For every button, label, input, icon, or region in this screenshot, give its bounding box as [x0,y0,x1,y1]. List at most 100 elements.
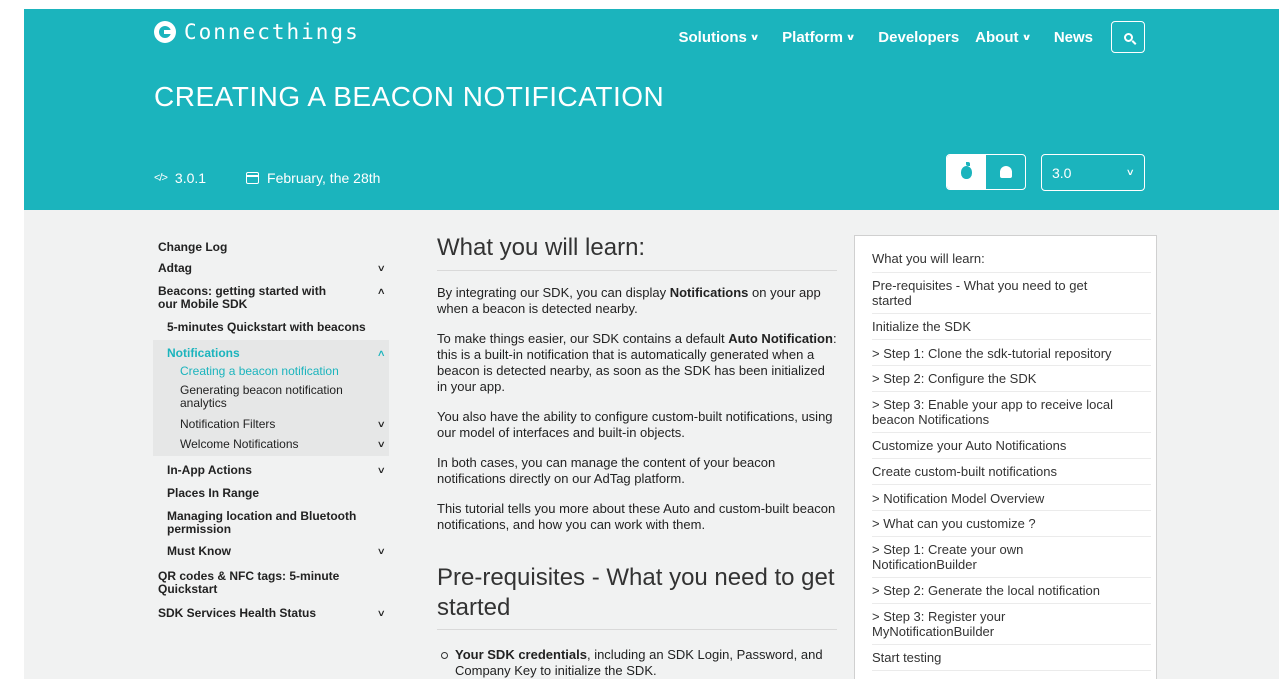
doc-version: 3.0.1 [174,170,207,186]
nav-platform[interactable]: Platform ∨ [782,28,856,46]
text-span: By integrating our SDK, you can display [437,285,670,300]
sidebar-item-label: Creating a beacon notification [180,364,339,378]
sidebar-item-generating-analytics[interactable]: Generating beacon notification analytics [153,382,389,416]
toc-item-model-overview[interactable]: > Notification Model Overview [872,485,1151,511]
adtag-paragraph: In both cases, you can manage the conten… [437,455,776,486]
nav-solutions-label: Solutions [678,28,747,46]
sidebar-item-qr-nfc[interactable]: QR codes & NFC tags: 5-minute Quickstart [153,568,389,604]
sidebar-item-change-log[interactable]: Change Log [153,236,389,260]
sidebar-item-label: Change Log [158,240,228,254]
ios-platform-button[interactable] [947,155,986,189]
nav-developers-label: Developers [878,28,960,46]
connecthings-logo-icon [154,21,176,43]
toc-item-what-can-customize[interactable]: > What can you customize ? [872,511,1151,537]
version-select[interactable]: 3.0 ∨ [1041,154,1145,191]
sidebar-item-label: Managing location and Bluetooth permissi… [167,509,357,536]
chevron-down-icon: ∨ [377,263,387,273]
sidebar-item-quickstart-beacons[interactable]: 5-minutes Quickstart with beacons [153,318,389,340]
sidebar-item-in-app-actions[interactable]: In-App Actions ∨ [153,456,389,483]
emphasis-text: Your SDK credentials [455,647,587,662]
version-select-value: 3.0 [1052,164,1072,181]
page-title: CREATING A BEACON NOTIFICATION [154,81,665,112]
intro-paragraph: By integrating our SDK, you can display … [437,285,837,317]
nav-about[interactable]: About ∨ [975,28,1032,46]
nav-about-label: About [975,28,1019,46]
custom-notification-paragraph: You also have the ability to configure c… [437,409,833,440]
sidebar-item-notifications[interactable]: Notifications ∧ [153,340,389,362]
toc-item-what-you-will-learn[interactable]: What you will learn: [872,236,1151,273]
tutorial-paragraph: This tutorial tells you more about these… [437,501,836,532]
code-icon: </> [154,172,168,184]
chevron-up-icon: ∧ [377,348,387,358]
toc-item-step1-builder[interactable]: > Step 1: Create your own NotificationBu… [872,537,1151,578]
toc-item-prerequisites[interactable]: Pre-requisites - What you need to get st… [872,273,1151,314]
chevron-down-icon: ∨ [1021,31,1032,42]
sidebar-item-label: Adtag [158,261,192,275]
auto-notification-paragraph: To make things easier, our SDK contains … [437,331,837,395]
search-icon [1123,32,1133,42]
sidebar-item-label: Beacons: getting started with our Mobile… [158,284,327,311]
toc-item-step3-enable[interactable]: > Step 3: Enable your app to receive loc… [872,392,1151,433]
android-icon [999,166,1012,178]
chevron-down-icon: ∨ [377,439,387,449]
nav-news[interactable]: News [1054,29,1093,46]
emphasis-text: Auto Notification [728,331,833,346]
sidebar-item-label: SDK Services Health Status [158,606,317,620]
nav-platform-label: Platform [782,28,843,46]
sidebar-item-beacons[interactable]: Beacons: getting started with our Mobile… [153,281,389,318]
section-heading-learn: What you will learn: [437,234,837,271]
sidebar-item-location-permission[interactable]: Managing location and Bluetooth permissi… [153,505,389,545]
toc-item-customize-auto[interactable]: Customize your Auto Notifications [872,433,1151,459]
nav-solutions[interactable]: Solutions ∨ [678,28,760,46]
article-content: What you will learn: By integrating our … [437,234,837,679]
toc-item-step2-configure[interactable]: > Step 2: Configure the SDK [872,366,1151,392]
sidebar-item-adtag[interactable]: Adtag ∨ [153,260,389,281]
chevron-up-icon: ∧ [377,286,387,296]
sidebar-item-label: Generating beacon notification analytics [180,383,343,410]
text-span: To make things easier, our SDK contains … [437,331,729,346]
sidebar-item-health-status[interactable]: SDK Services Health Status ∨ [153,604,389,624]
calendar-icon [246,172,260,184]
toc-item-step2-generate[interactable]: > Step 2: Generate the local notificatio… [872,578,1151,604]
sidebar-item-label: Must Know [167,544,231,558]
sidebar-item-label: Places In Range [167,486,260,500]
sidebar-item-label: 5-minutes Quickstart with beacons [167,320,366,334]
list-item: Your SDK credentials, including an SDK L… [437,647,837,679]
sidebar-item-creating-beacon-notification[interactable]: Creating a beacon notification [153,362,389,382]
emphasis-text: Notifications [669,285,749,300]
toc-item-step1-clone[interactable]: > Step 1: Clone the sdk-tutorial reposit… [872,340,1151,366]
sidebar-item-label: Notification Filters [180,417,276,431]
sidebar-item-places-in-range[interactable]: Places In Range [153,483,389,505]
nav-news-label: News [1053,28,1093,46]
toc-item-start-testing[interactable]: Start testing [872,645,1151,671]
docs-sidebar: Change Log Adtag ∨ Beacons: getting star… [153,236,389,624]
sidebar-item-label: Notifications [167,346,240,360]
toc-item-step3-register[interactable]: > Step 3: Register your MyNotificationBu… [872,604,1151,645]
apple-icon [961,161,972,179]
table-of-contents: What you will learn: Pre-requisites - Wh… [854,235,1157,679]
android-platform-button[interactable] [986,155,1025,189]
chevron-down-icon: ∨ [845,31,856,42]
brand-name: Connecthings [184,20,360,44]
chevron-down-icon: ∨ [377,608,387,618]
brand-logo[interactable]: Connecthings [154,20,360,44]
sidebar-item-must-know[interactable]: Must Know ∨ [153,545,389,568]
sidebar-item-label: Welcome Notifications [180,437,299,451]
chevron-down-icon: ∨ [1126,167,1136,177]
sidebar-item-welcome-notifications[interactable]: Welcome Notifications ∨ [153,436,389,456]
toc-item-initialize-sdk[interactable]: Initialize the SDK [872,314,1151,340]
doc-meta: </> 3.0.1 February, the 28th [154,170,380,186]
chevron-down-icon: ∨ [377,465,387,475]
chevron-down-icon: ∨ [749,31,760,42]
header-banner: Connecthings Solutions ∨ Platform ∨ Deve… [24,9,1279,210]
search-button[interactable] [1111,21,1145,53]
toc-item-custom-built[interactable]: Create custom-built notifications [872,459,1151,485]
sidebar-item-label: In-App Actions [167,463,252,477]
sidebar-active-group: Notifications ∧ Creating a beacon notifi… [153,340,389,456]
chevron-down-icon: ∨ [377,546,387,556]
section-heading-prerequisites: Pre-requisites - What you need to get st… [437,563,837,630]
nav-developers[interactable]: Developers [878,29,959,46]
doc-date: February, the 28th [267,170,381,186]
platform-toggle [946,154,1026,190]
sidebar-item-notification-filters[interactable]: Notification Filters ∨ [153,416,389,436]
